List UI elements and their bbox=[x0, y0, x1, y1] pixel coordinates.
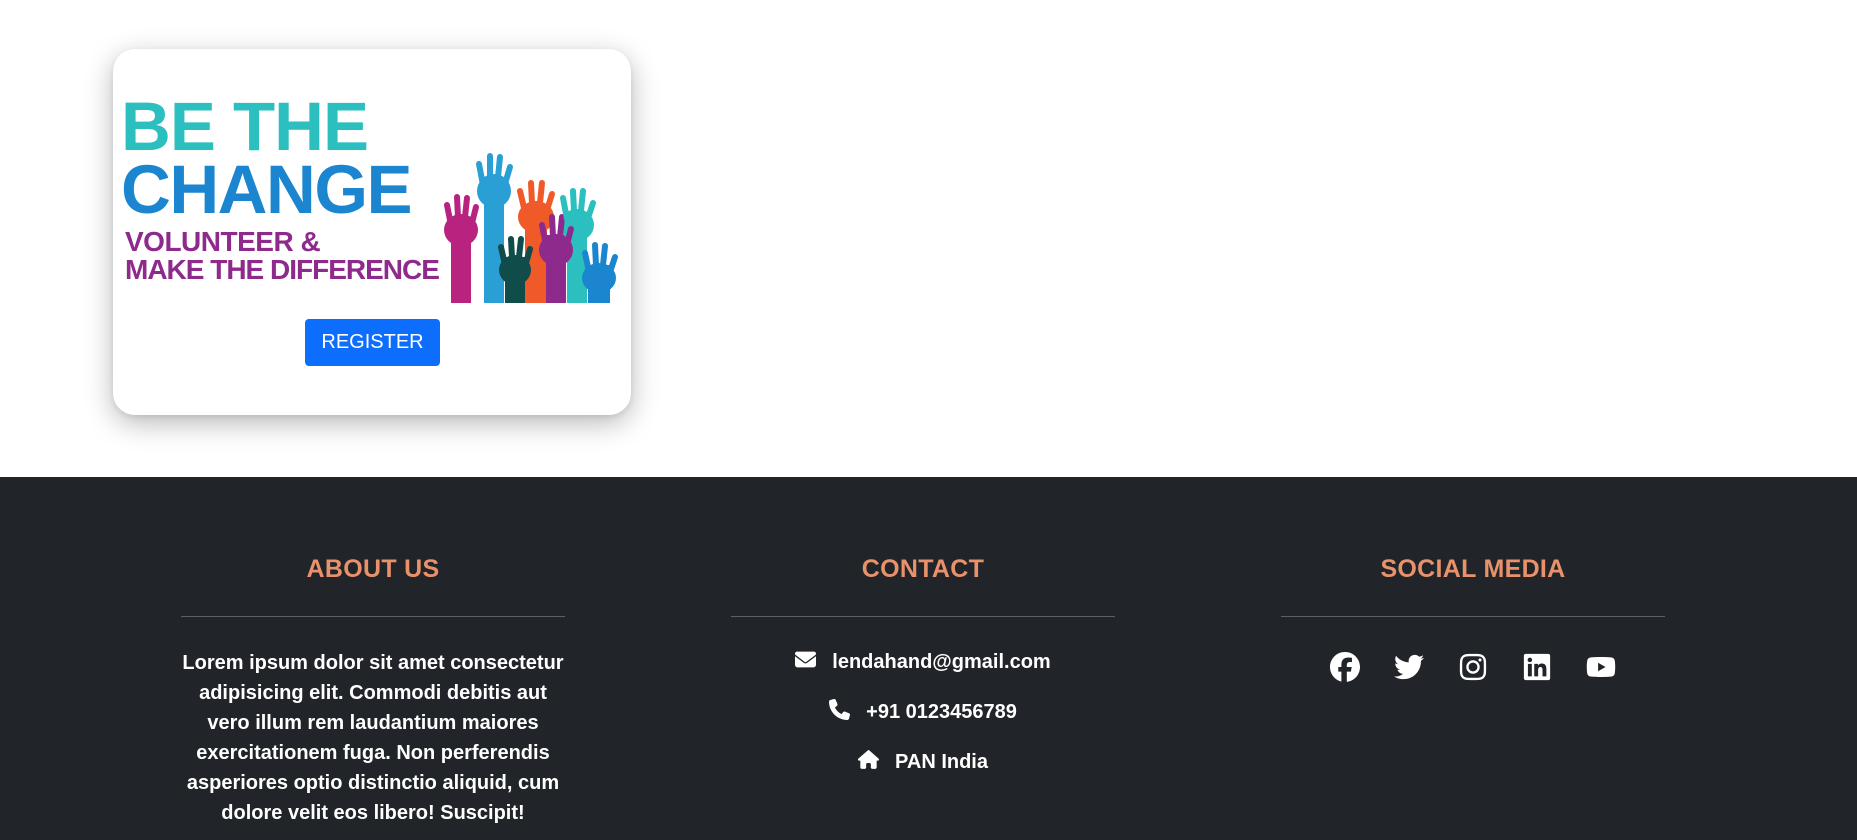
youtube-icon[interactable] bbox=[1586, 652, 1616, 682]
about-line: adipisicing elit. Commodi debitis aut bbox=[199, 682, 547, 704]
about-us-divider bbox=[181, 616, 565, 617]
envelope-icon bbox=[795, 649, 817, 676]
linkedin-icon[interactable] bbox=[1522, 652, 1552, 682]
home-icon bbox=[858, 749, 880, 776]
contact-email-text[interactable]: lendahand@gmail.com bbox=[832, 651, 1050, 674]
social-media-heading: SOCIAL MEDIA bbox=[1380, 555, 1566, 583]
volunteer-card: BE THE CHANGE VOLUNTEER & MAKE THE DIFFE… bbox=[113, 49, 631, 415]
twitter-icon[interactable] bbox=[1394, 652, 1424, 682]
about-line: vero illum rem laudantium maiores bbox=[207, 712, 539, 734]
about-line: asperiores optio distinctio aliquid, cum bbox=[186, 772, 560, 794]
register-button[interactable]: REGISTER bbox=[305, 319, 440, 366]
social-icons bbox=[1281, 652, 1665, 682]
instagram-icon[interactable] bbox=[1458, 652, 1488, 682]
social-media-divider bbox=[1281, 616, 1665, 617]
about-line: exercitationem fuga. Non perferendis bbox=[196, 742, 550, 764]
phone-icon bbox=[829, 698, 851, 726]
banner-line-4: MAKE THE DIFFERENCE bbox=[125, 254, 439, 285]
about-line: Lorem ipsum dolor sit amet consectetur bbox=[182, 652, 564, 674]
raised-hands-illustration bbox=[444, 153, 618, 303]
banner-line-3: VOLUNTEER & bbox=[125, 226, 320, 257]
banner-line-2: CHANGE bbox=[121, 151, 411, 228]
site-footer: ABOUT US Lorem ipsum dolor sit amet cons… bbox=[0, 477, 1857, 840]
about-us-heading: ABOUT US bbox=[306, 555, 440, 583]
about-us-text: Lorem ipsum dolor sit amet consectetur a… bbox=[181, 648, 565, 828]
facebook-icon[interactable] bbox=[1330, 652, 1360, 682]
contact-phone: +91 0123456789 bbox=[731, 698, 1115, 726]
contact-divider bbox=[731, 616, 1115, 617]
be-the-change-banner: BE THE CHANGE VOLUNTEER & MAKE THE DIFFE… bbox=[121, 88, 618, 303]
contact-heading: CONTACT bbox=[861, 555, 985, 583]
contact-location: PAN India bbox=[731, 749, 1115, 776]
contact-email: lendahand@gmail.com bbox=[731, 649, 1115, 676]
contact-location-text: PAN India bbox=[895, 751, 988, 773]
about-line: dolore velit eos libero! Suscipit! bbox=[221, 802, 525, 824]
contact-phone-text[interactable]: +91 0123456789 bbox=[866, 701, 1017, 724]
